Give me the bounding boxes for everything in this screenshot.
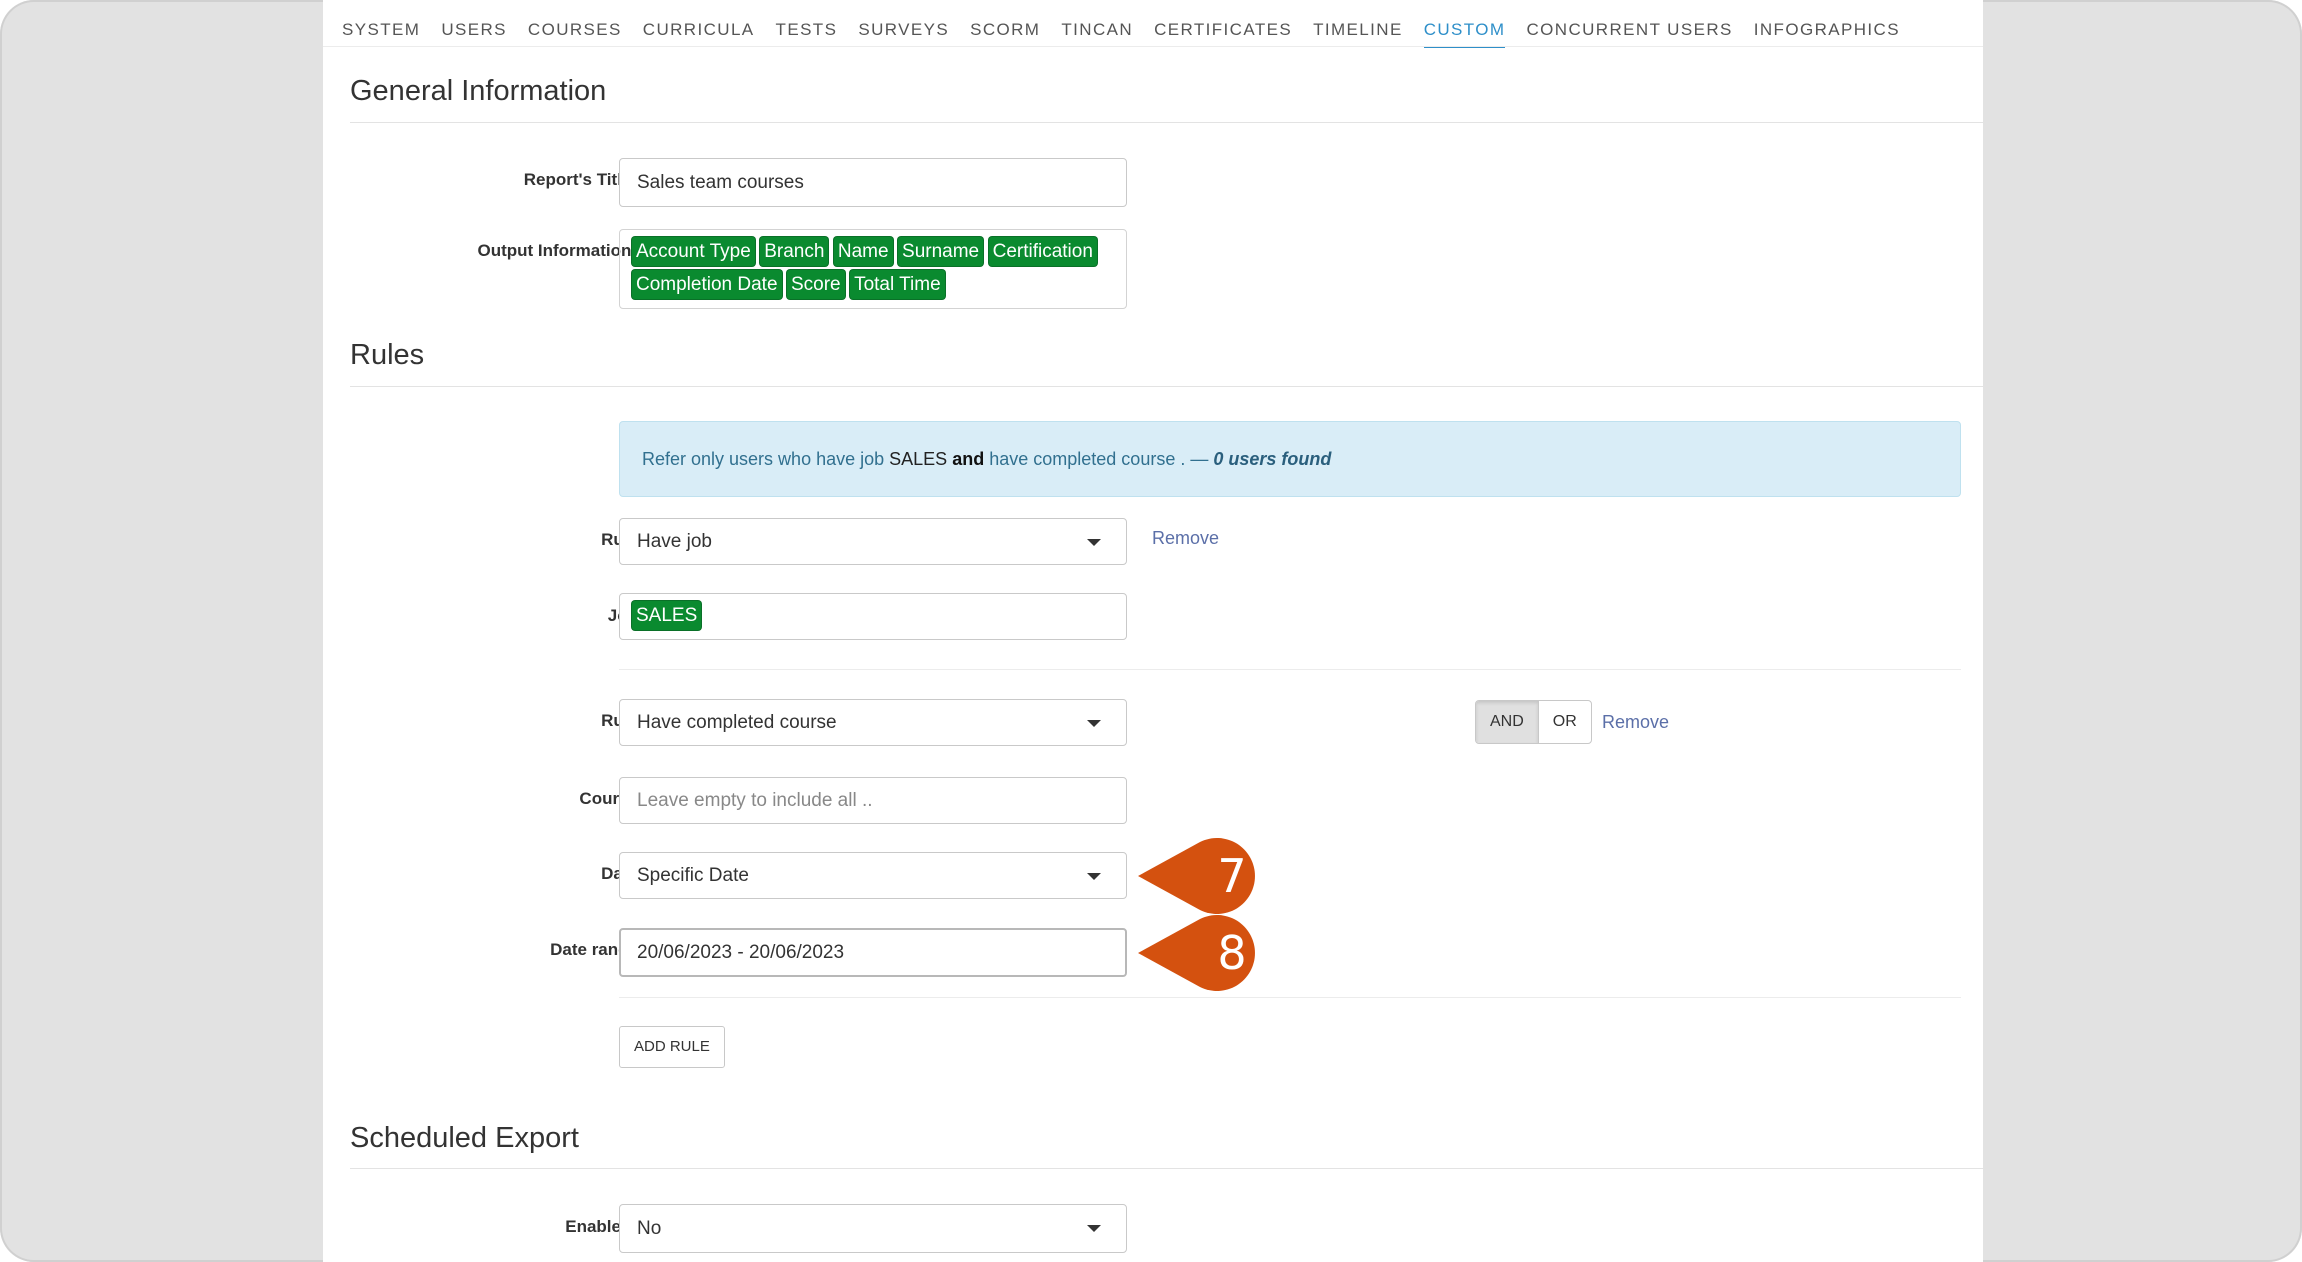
course-input[interactable] (619, 777, 1127, 824)
section-divider (350, 1168, 1983, 1169)
users-found-count: 0 users found (1213, 449, 1332, 469)
report-title-input[interactable] (619, 158, 1127, 207)
tab-custom[interactable]: CUSTOM (1423, 18, 1506, 48)
tab-users[interactable]: USERS (441, 18, 507, 46)
rule-2-value: Have completed course (637, 712, 837, 733)
output-tag[interactable]: Total Time (850, 270, 945, 299)
or-button[interactable]: OR (1539, 701, 1591, 743)
and-or-toggle: AND OR (1475, 700, 1592, 744)
rule-label: Rule (378, 530, 638, 550)
date-range-input[interactable] (619, 928, 1127, 977)
alert-text: Refer only users who have job (642, 449, 890, 469)
and-button[interactable]: AND (1476, 701, 1539, 743)
caret-down-icon (1087, 720, 1101, 727)
general-information-heading: General Information (350, 75, 607, 107)
section-divider (350, 122, 1983, 123)
job-field[interactable]: SALES (619, 593, 1127, 640)
tab-tincan[interactable]: TINCAN (1061, 18, 1133, 46)
date-range-label: Date range (550, 940, 638, 959)
step-8-number: 8 (1217, 926, 1247, 980)
tab-scorm[interactable]: SCORM (970, 18, 1040, 46)
enabled-select[interactable]: No (619, 1204, 1127, 1253)
rule-1-select[interactable]: Have job (619, 518, 1127, 565)
rule-label: Rule (378, 711, 638, 731)
tab-concurrent-users[interactable]: CONCURRENT USERS (1526, 18, 1732, 46)
output-tag[interactable]: Name (833, 237, 893, 266)
rules-summary-alert: Refer only users who have job SALES and … (619, 421, 1961, 497)
tabs-divider (323, 46, 1983, 47)
screenshot-frame: SYSTEM USERS COURSES CURRICULA TESTS SUR… (0, 0, 2302, 1262)
date-select[interactable]: Specific Date (619, 852, 1127, 899)
output-information-field[interactable]: Account Type Branch Name Surname Certifi… (619, 229, 1127, 309)
output-tag[interactable]: Surname (898, 237, 984, 266)
step-8-marker: 8 (1138, 915, 1268, 991)
output-information-label: Output Information* (477, 241, 638, 260)
reports-panel: SYSTEM USERS COURSES CURRICULA TESTS SUR… (323, 0, 1983, 1262)
add-rule-button[interactable]: ADD RULE (619, 1026, 725, 1068)
date-label: Date (378, 864, 638, 884)
step-7-number: 7 (1217, 849, 1247, 903)
caret-down-icon (1087, 873, 1101, 880)
rules-heading: Rules (350, 339, 425, 371)
course-label: Course (579, 789, 638, 808)
alert-text-2: have completed course . — (984, 449, 1214, 469)
output-tag[interactable]: Branch (760, 237, 829, 266)
remove-rule-2-link[interactable]: Remove (1602, 712, 1669, 733)
remove-rule-1-link[interactable]: Remove (1152, 528, 1219, 549)
job-label: Job (378, 606, 638, 626)
alert-job: SALES (889, 449, 948, 469)
alert-and: and (952, 449, 985, 469)
caret-down-icon (1087, 1225, 1101, 1232)
scheduled-export-heading: Scheduled Export (350, 1122, 579, 1154)
rule-divider (619, 669, 1961, 670)
rule-1-value: Have job (637, 531, 712, 552)
tab-timeline[interactable]: TIMELINE (1313, 18, 1403, 46)
enabled-label: Enabled* (565, 1217, 638, 1236)
caret-down-icon (1087, 539, 1101, 546)
output-tag[interactable]: Certification (988, 237, 1097, 266)
tab-curricula[interactable]: CURRICULA (643, 18, 755, 46)
tab-tests[interactable]: TESTS (776, 18, 838, 46)
tab-certificates[interactable]: CERTIFICATES (1154, 18, 1292, 46)
date-value: Specific Date (637, 865, 749, 886)
output-tag[interactable]: Completion Date (632, 270, 782, 299)
rule-2-select[interactable]: Have completed course (619, 699, 1127, 746)
job-tag[interactable]: SALES (632, 601, 702, 630)
tab-system[interactable]: SYSTEM (342, 18, 420, 46)
report-tabs: SYSTEM USERS COURSES CURRICULA TESTS SUR… (342, 18, 1921, 48)
step-7-marker: 7 (1138, 838, 1268, 914)
enabled-value: No (637, 1218, 662, 1239)
tab-surveys[interactable]: SURVEYS (858, 18, 949, 46)
rule-divider (619, 997, 1961, 998)
output-tag[interactable]: Score (786, 270, 845, 299)
section-divider (350, 386, 1983, 387)
tab-infographics[interactable]: INFOGRAPHICS (1754, 18, 1900, 46)
report-title-label: Report's Title* (523, 170, 638, 189)
tab-courses[interactable]: COURSES (528, 18, 622, 46)
output-tag[interactable]: Account Type (632, 237, 755, 266)
